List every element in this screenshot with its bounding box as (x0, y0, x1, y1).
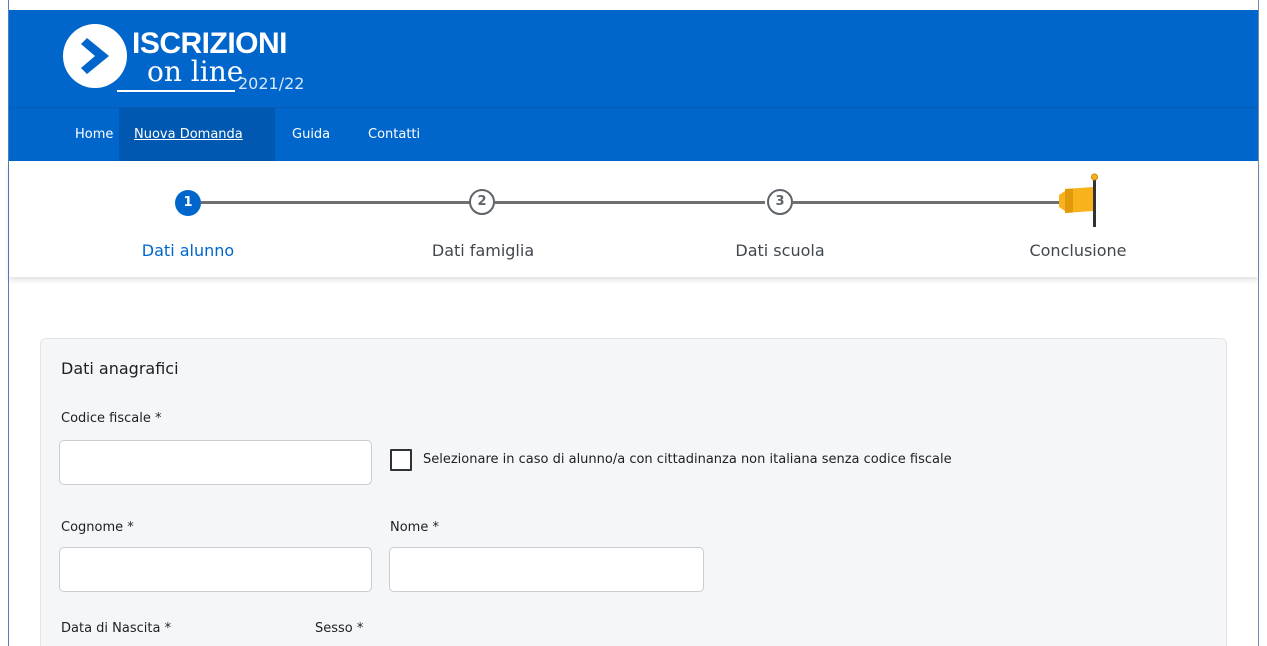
cognome-input[interactable] (59, 547, 372, 592)
sesso-label: Sesso * (315, 621, 364, 636)
logo-subtitle: on line (147, 55, 244, 88)
step-2-label[interactable]: Dati famiglia (393, 241, 573, 261)
logo-arrow-icon[interactable] (63, 24, 127, 88)
foreign-student-checkbox[interactable] (390, 449, 412, 471)
step-connector (495, 201, 765, 204)
nome-input[interactable] (389, 547, 704, 592)
site-header: ISCRIZIONI on line 2021/22 (9, 10, 1258, 107)
main-nav: Home Nuova Domanda Guida Contatti (9, 107, 1258, 161)
codice-fiscale-label: Codice fiscale * (61, 411, 162, 426)
step-4-label[interactable]: Conclusione (988, 241, 1168, 261)
window-border-right (1258, 0, 1259, 646)
flag-icon[interactable] (1059, 171, 1099, 229)
step-3-label[interactable]: Dati scuola (690, 241, 870, 261)
logo-underline (117, 90, 235, 92)
section-title: Dati anagrafici (61, 359, 179, 378)
nav-item-guida[interactable]: Guida (292, 108, 330, 161)
step-1-label[interactable]: Dati alunno (98, 241, 278, 261)
foreign-student-checkbox-label: Selezionare in caso di alunno/a con citt… (423, 452, 952, 467)
nav-item-home[interactable]: Home (75, 108, 113, 161)
step-2-circle[interactable]: 2 (469, 189, 495, 215)
data-nascita-label: Data di Nascita * (61, 621, 172, 636)
codice-fiscale-input[interactable] (59, 440, 372, 485)
cognome-label: Cognome * (61, 520, 134, 535)
logo-year: 2021/22 (238, 74, 305, 93)
step-connector (201, 201, 471, 204)
step-connector (793, 201, 1063, 204)
progress-stepper: 1 2 3 Dati alunno Dati famiglia Dati scu… (9, 161, 1258, 277)
nome-label: Nome * (390, 520, 439, 535)
nav-item-nuova-domanda[interactable]: Nuova Domanda (119, 108, 275, 161)
step-3-circle[interactable]: 3 (767, 189, 793, 215)
step-1-circle[interactable]: 1 (175, 190, 201, 216)
form-card (40, 338, 1227, 646)
nav-item-contatti[interactable]: Contatti (368, 108, 420, 161)
